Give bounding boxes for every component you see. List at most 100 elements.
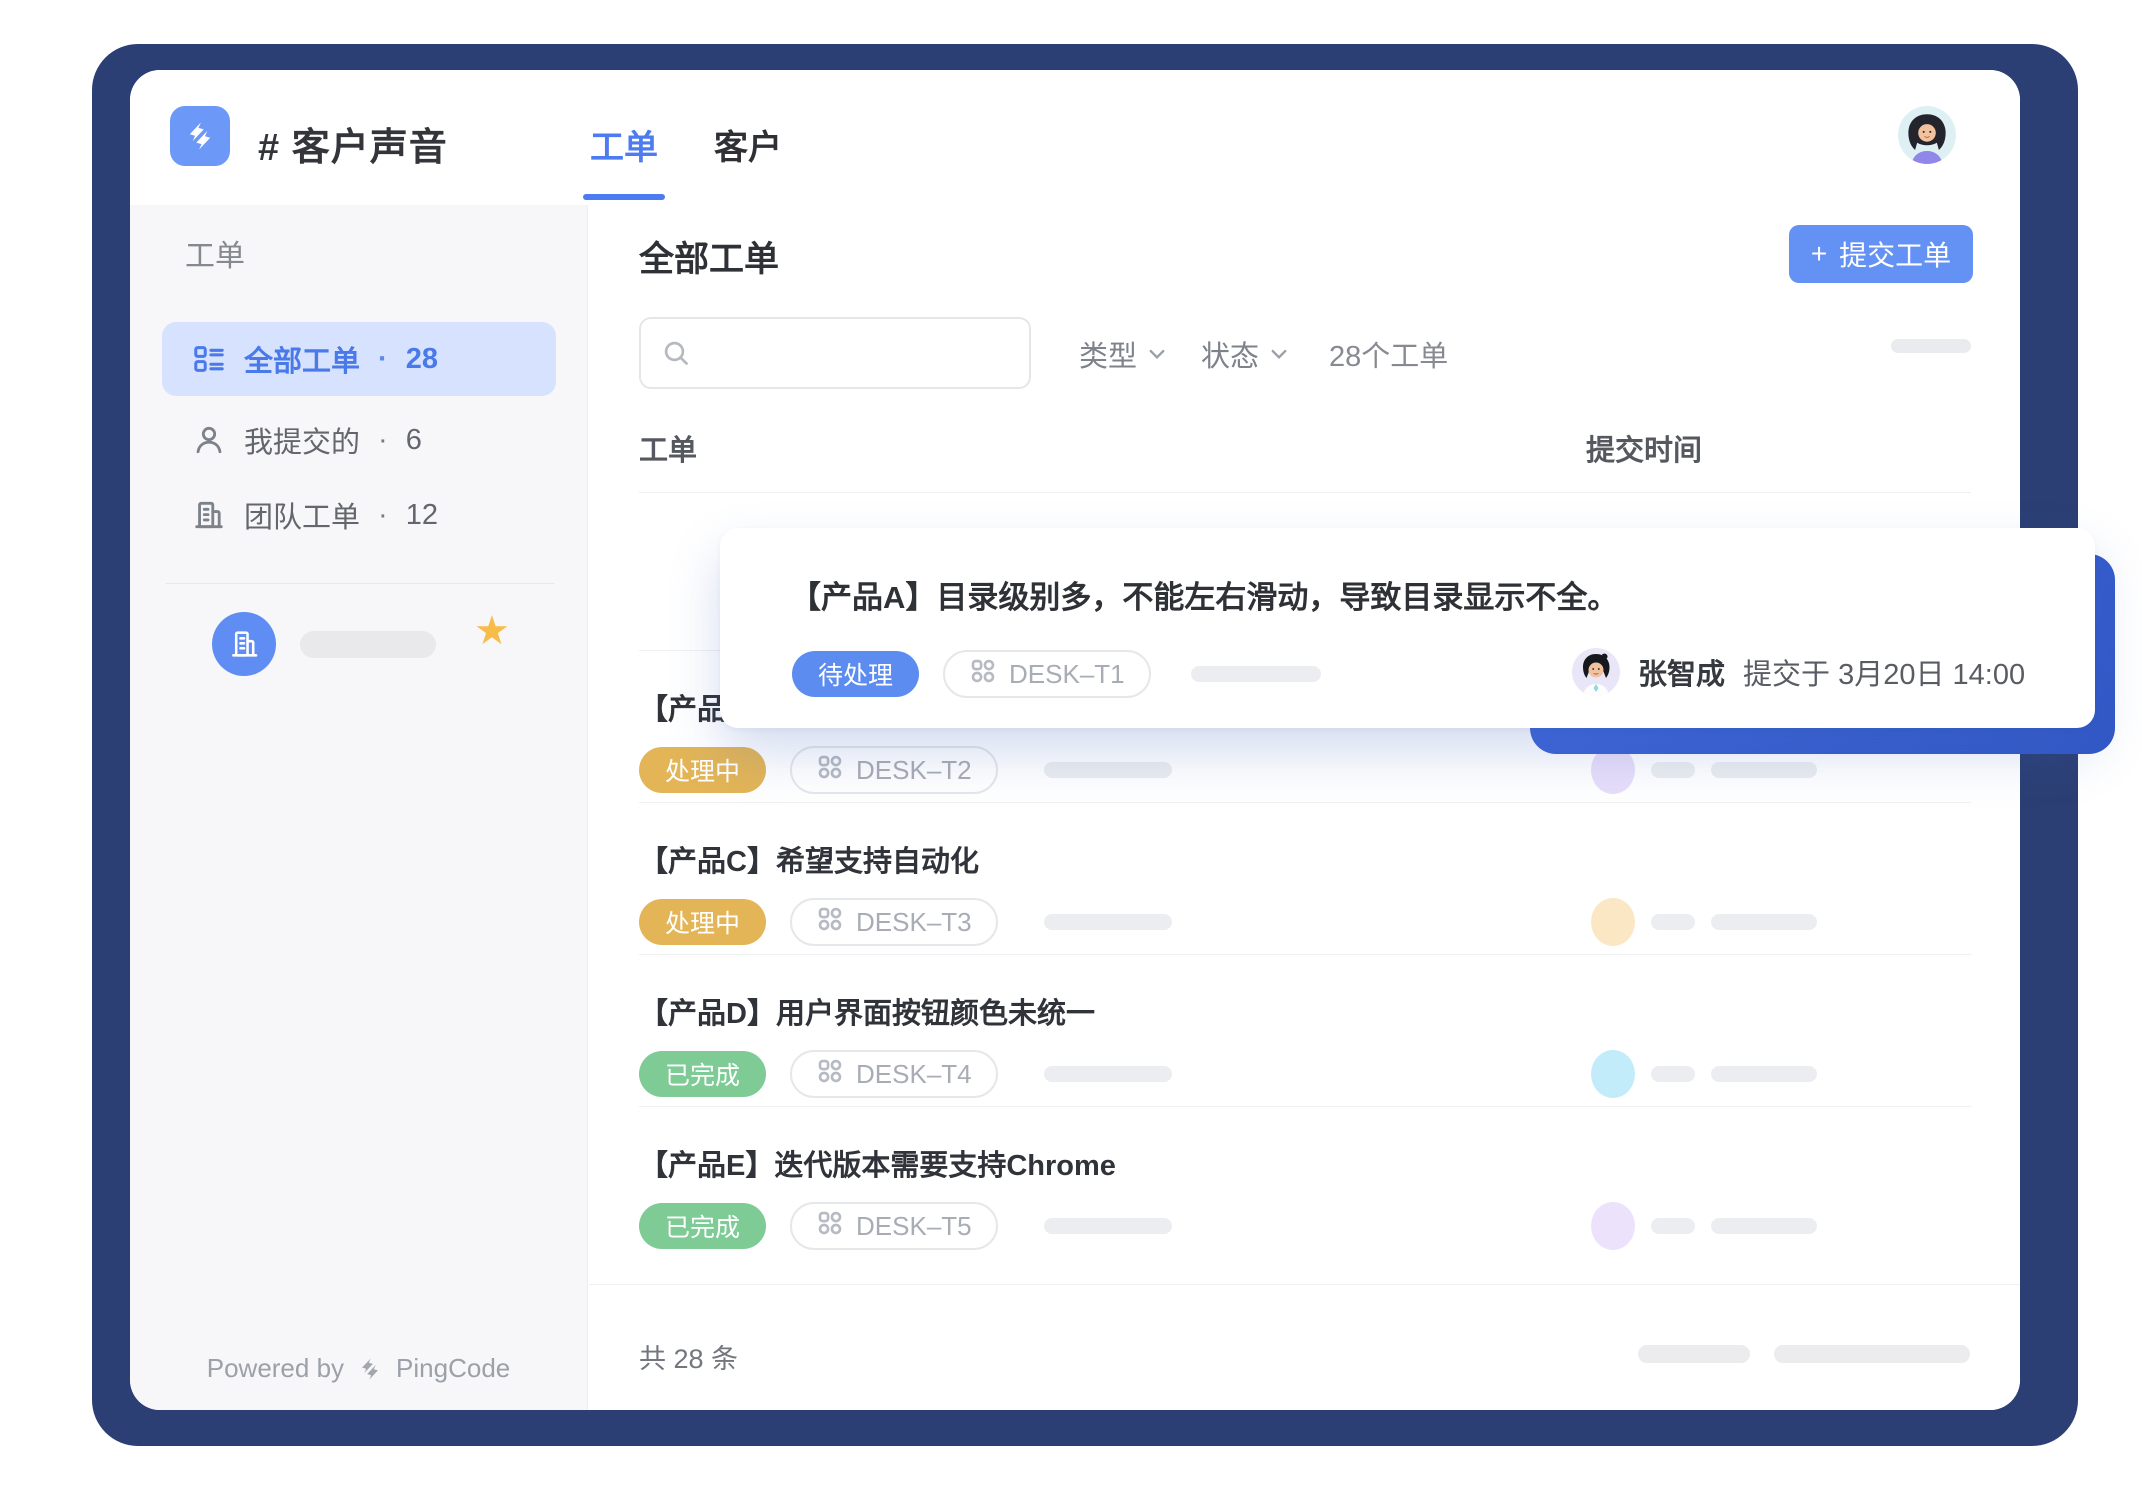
ticket-id-pill: DESK–T3 [790,898,998,946]
filter-status-label: 状态 [1201,341,1260,373]
placeholder-bar [1043,762,1172,778]
placeholder-bar [1190,666,1321,682]
status-badge: 已完成 [639,1203,767,1249]
filter-type-label: 类型 [1079,341,1138,373]
highlighted-ticket-card[interactable]: 【产品A】目录级别多，不能左右滑动，导致目录显示不全。 待处理 DESK–T1 [720,528,2095,728]
grid-icon [971,659,995,682]
submitter-cluster: 张智成 提交于 3月20日 14:00 [1572,646,2025,698]
grid-icon [818,907,842,930]
filter-status-dropdown[interactable]: 状态 [1201,333,1287,375]
grid-icon [818,1211,842,1234]
status-badge: 已完成 [639,1051,767,1097]
main-panel: 全部工单 + 提交工单 类型 状态 28个工单 工单 提交时间 【产品B】 处理… [589,205,2020,1410]
pagination-placeholder [1638,1345,1750,1363]
row-divider [639,954,1971,955]
placeholder-bar [1711,762,1817,778]
ticket-title: 【产品A】目录级别多，不能左右滑动，导致目录显示不全。 [790,580,1619,615]
ticket-id: DESK–T5 [856,1210,972,1241]
placeholder-bar [1651,914,1695,930]
grid-icon [818,1059,842,1082]
total-count: 共 28 条 [639,1344,739,1374]
placeholder-bar [1711,1218,1817,1234]
submitter-name: 张智成 [1638,659,1726,691]
ticket-id: DESK–T1 [1009,658,1125,689]
org-building-icon [227,627,261,661]
ticket-id-pill: DESK–T2 [790,746,998,794]
workspace-title: # 客户声音 [258,127,448,169]
grid-icon-slot [816,1057,844,1092]
placeholder-bar [1043,1218,1172,1234]
submit-ticket-button[interactable]: + 提交工单 [1789,225,1973,283]
pingcode-logo-icon [189,122,211,150]
search-input[interactable] [705,336,1009,370]
ticket-meta: 处理中 DESK–T3 [639,898,1971,946]
sidebar-divider [165,583,555,584]
grid-icon-slot [816,905,844,940]
app-bar: # 客户声音 工单 客户 [130,70,2020,205]
ticket-row[interactable]: 【产品D】用户界面按钮颜色未统一 已完成 DESK–T4 [639,954,1971,1106]
sidebar-item-count: 12 [405,498,438,531]
ticket-row[interactable]: 【产品C】希望支持自动化 处理中 DESK–T3 [639,802,1971,954]
sidebar-item-count: 28 [405,342,438,375]
ticket-count-text: 28个工单 [1329,341,1449,373]
submitter-avatar [1572,648,1620,696]
placeholder-bar [1043,1066,1172,1082]
chevron-down-icon [1271,349,1287,359]
page: # 客户声音 工单 客户 工单 全部工单 · 28 我提交的 · 6 团队工单 … [0,0,2142,1503]
ticket-id-pill: DESK–T4 [790,1050,998,1098]
pingcode-footer-logo-icon [362,1358,378,1379]
ticket-meta: 已完成 DESK–T4 [639,1050,1971,1098]
star-icon[interactable]: ★ [474,611,510,651]
assignee-avatar [1591,1202,1635,1250]
plus-icon: + [1810,238,1828,269]
list-bottom-divider [589,1284,2020,1285]
ticket-row[interactable]: 【产品E】迭代版本需要支持Chrome 已完成 DESK–T5 [639,1106,1971,1258]
active-tab-underline [583,194,665,200]
placeholder-bar [1651,1218,1695,1234]
grid-icon-slot [816,753,844,788]
tab-customers[interactable]: 客户 [714,120,782,169]
grid-icon-slot [969,657,997,692]
building-icon [192,498,226,532]
filter-type-dropdown[interactable]: 类型 [1079,333,1165,375]
sidebar-item-my-submitted[interactable]: 我提交的 · 6 [192,417,422,463]
grid-icon [818,755,842,778]
search-icon [664,341,688,365]
row-divider [639,802,1971,803]
status-badge: 处理中 [639,899,767,945]
powered-by-label: Powered by [206,1353,345,1383]
sidebar-item-count: 6 [405,423,422,456]
ticket-title: 【产品C】希望支持自动化 [639,846,979,878]
chevron-down-icon [1149,349,1165,359]
row-right-cluster [1591,1202,1817,1250]
brand-label: PingCode [396,1353,511,1383]
status-badge: 处理中 [639,747,767,793]
sidebar-item-label: 我提交的 [244,427,361,459]
placeholder-bar [1043,914,1172,930]
row-divider [639,1106,1971,1107]
ticket-id: DESK–T2 [856,754,972,785]
pagination-placeholder [1774,1345,1970,1363]
org-avatar[interactable] [212,612,276,676]
pingcode-logo [170,106,230,166]
sidebar-item-all-tickets[interactable]: 全部工单 · 28 [162,322,556,396]
dot-separator: · [378,498,388,531]
search-box[interactable] [639,317,1031,389]
ticket-meta: 待处理 DESK–T1 [792,650,1321,698]
dot-separator: · [378,423,388,456]
row-right-cluster [1591,1050,1817,1098]
placeholder-bar [1711,914,1817,930]
sidebar-item-label: 全部工单 [244,346,361,378]
tab-tickets[interactable]: 工单 [590,120,658,169]
dot-separator: · [378,342,388,375]
row-right-cluster [1591,898,1817,946]
user-avatar[interactable] [1898,106,1956,164]
assignee-avatar [1591,1050,1635,1098]
user-avatar-illustration [1898,106,1956,164]
column-header-time: 提交时间 [1586,435,1703,467]
status-badge: 待处理 [792,651,920,697]
submit-time: 提交于 3月20日 14:00 [1743,659,2026,691]
ticket-title: 【产品D】用户界面按钮颜色未统一 [639,998,1095,1030]
sidebar-item-team-tickets[interactable]: 团队工单 · 12 [192,492,438,538]
ticket-id-pill: DESK–T1 [943,650,1151,698]
